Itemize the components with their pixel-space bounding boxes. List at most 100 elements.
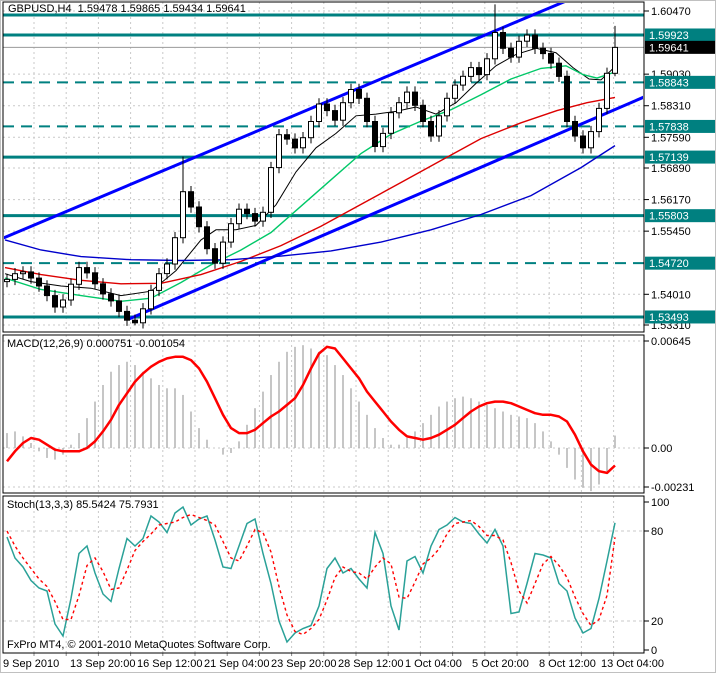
candle-body — [188, 191, 194, 208]
ma-fast-black[interactable] — [4, 47, 616, 297]
candle-body — [436, 115, 442, 137]
time-axis-label: 9 Sep 2010 — [3, 658, 59, 670]
stoch-pane-border — [2, 495, 645, 654]
candle-body — [516, 40, 522, 58]
candle-body — [220, 241, 226, 264]
candle-body — [116, 300, 122, 312]
candle-body — [356, 89, 362, 99]
candle-body — [196, 206, 202, 228]
price-axis-label: 1.58310 — [651, 101, 691, 113]
time-axis-label: 1 Oct 04:00 — [405, 658, 462, 670]
candle-body — [204, 226, 210, 250]
candle-body — [316, 103, 322, 122]
candle-body — [372, 121, 378, 147]
price-badge-label: 1.55803 — [649, 211, 689, 223]
macd-axis-label: 0.00645 — [651, 336, 691, 348]
price-badge-label: 1.57838 — [649, 121, 689, 133]
price-axis-label: 1.54010 — [651, 289, 691, 301]
candle-body — [380, 132, 386, 148]
candle-body — [612, 46, 618, 74]
price-badge-label: 1.58843 — [649, 77, 689, 89]
candle-body — [404, 91, 410, 104]
price-axis-label: 1.60470 — [651, 6, 691, 18]
time-axis-label: 8 Oct 12:00 — [539, 658, 596, 670]
price-badge-label: 1.53493 — [649, 312, 689, 324]
stoch-indicator-label: Stoch(13,3,3) 85.5424 75.7931 — [7, 499, 159, 511]
macd-axis-label: -0.00231 — [651, 482, 694, 494]
candle-body — [4, 278, 10, 283]
candle-body — [36, 277, 42, 287]
candle-body — [164, 263, 170, 275]
candle-body — [532, 34, 538, 49]
candle-body — [44, 285, 50, 297]
candle-body — [332, 110, 338, 121]
stoch-axis-label: 80 — [651, 526, 663, 538]
price-badge-label: 1.59923 — [649, 30, 689, 42]
candle-body — [180, 191, 186, 239]
candle-body — [564, 75, 570, 123]
time-axis-label: 28 Sep 12:00 — [338, 658, 403, 670]
price-axis-label: 1.56170 — [651, 195, 691, 207]
candle-body — [452, 84, 458, 99]
candle-body — [484, 58, 490, 76]
candle-body — [284, 134, 290, 140]
candle-body — [244, 208, 250, 215]
candle-body — [492, 32, 498, 60]
trend-channel-line[interactable] — [1, 1, 566, 240]
candle-body — [548, 53, 554, 64]
candle-body — [572, 121, 578, 137]
mt4-chart-window: 1.60470 1.59030 1.58310 1.57590 1.56890 1.561… — [0, 0, 716, 673]
chart-title: GBPUSD,H4 1.59478 1.59865 1.59434 1.5964… — [8, 3, 246, 15]
candle-body — [420, 104, 426, 123]
candle-body — [580, 135, 586, 149]
candle-body — [20, 271, 26, 275]
candle-body — [140, 308, 146, 324]
candle-body — [12, 273, 18, 280]
price-axis-label: 1.57590 — [651, 132, 691, 144]
candle-body — [92, 272, 98, 285]
ma-green[interactable] — [4, 65, 616, 303]
candle-body — [412, 91, 418, 106]
candle-body — [172, 237, 178, 265]
candle-body — [396, 102, 402, 114]
candle-body — [124, 310, 130, 321]
candle-body — [364, 97, 370, 123]
candle-body — [444, 97, 450, 117]
time-axis-label: 21 Sep 04:00 — [204, 658, 269, 670]
candle-body — [340, 102, 346, 121]
candle-body — [308, 121, 314, 139]
macd-indicator-label: MACD(12,26,9) 0.000751 -0.001054 — [7, 338, 185, 350]
candle-body — [52, 295, 58, 308]
candle-body — [300, 137, 306, 149]
time-axis-label: 13 Oct 04:00 — [601, 658, 664, 670]
ma-slow-blue[interactable] — [4, 145, 616, 262]
candle-body — [156, 273, 162, 291]
candle-body — [324, 103, 330, 112]
candle-body — [596, 107, 602, 133]
candle-body — [228, 223, 234, 243]
candle-body — [132, 319, 138, 324]
candle-body — [236, 208, 242, 225]
candle-body — [28, 271, 34, 279]
stoch-axis-label: 20 — [651, 616, 663, 628]
time-axis-label: 16 Sep 12:00 — [137, 658, 202, 670]
candle-body — [540, 47, 546, 55]
time-axis-label: 13 Sep 20:00 — [70, 658, 135, 670]
price-badge-label: 1.59641 — [649, 42, 689, 54]
candle-body — [468, 67, 474, 77]
trend-channel-line[interactable] — [128, 95, 644, 321]
copyright-label: FxPro MT4, © 2001-2010 MetaQuotes Softwa… — [7, 639, 271, 651]
candle-body — [260, 211, 266, 222]
candle-body — [68, 283, 74, 301]
candle-body — [276, 134, 282, 169]
candle-body — [388, 112, 394, 134]
candle-body — [588, 131, 594, 149]
stoch-axis-label: 0 — [651, 645, 657, 657]
price-badge-label: 1.54720 — [649, 258, 689, 270]
candle-body — [108, 293, 114, 302]
candle-body — [84, 267, 90, 274]
candle-body — [60, 299, 66, 308]
candle-body — [508, 47, 514, 58]
candle-body — [604, 72, 610, 109]
candle-body — [500, 32, 506, 49]
